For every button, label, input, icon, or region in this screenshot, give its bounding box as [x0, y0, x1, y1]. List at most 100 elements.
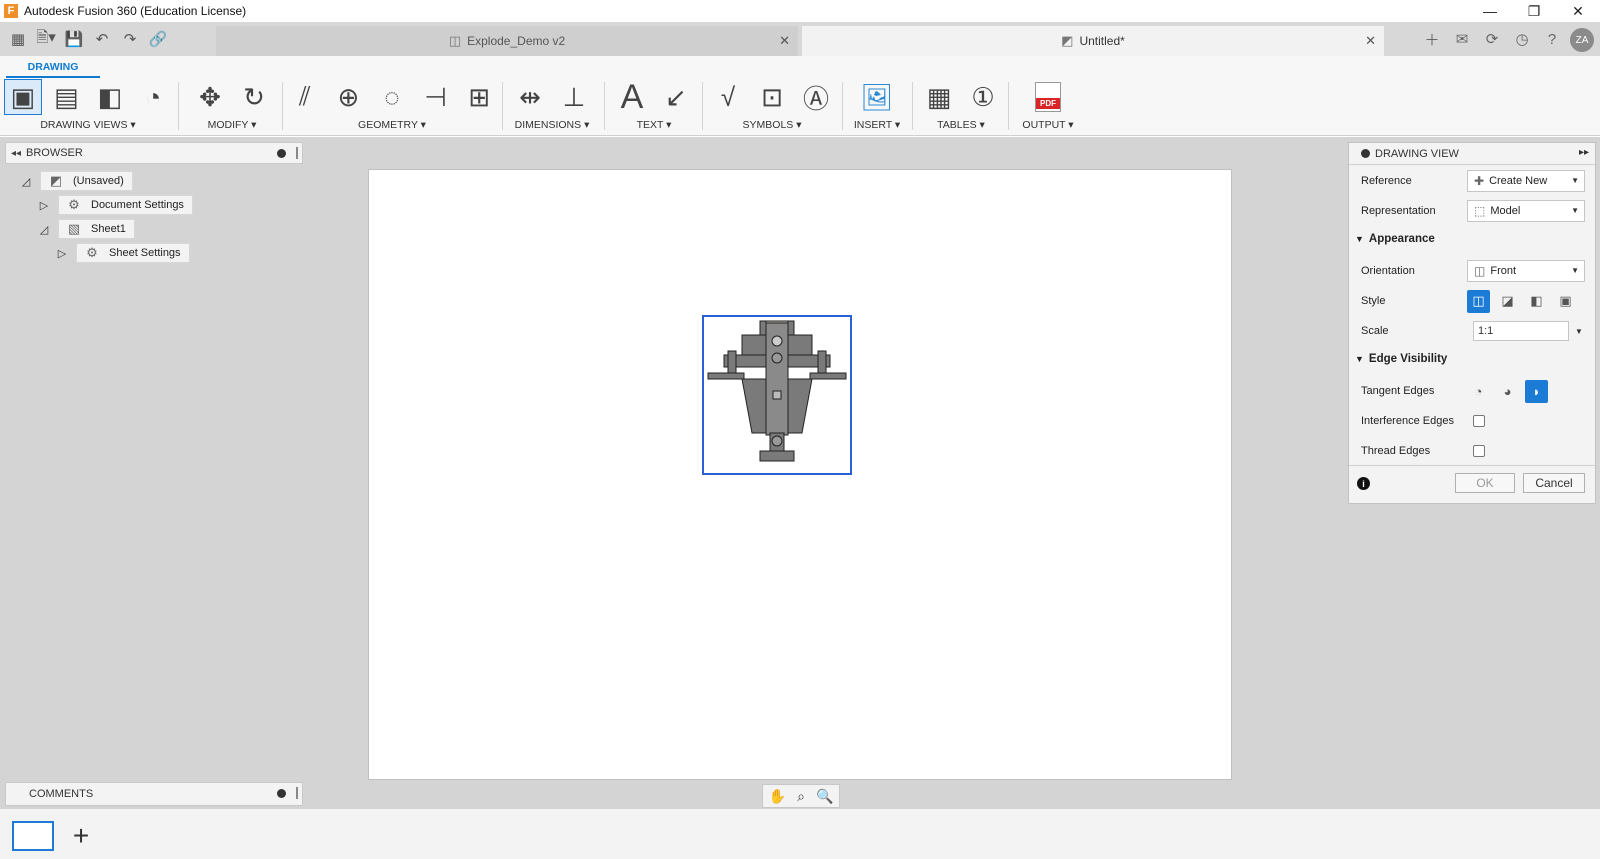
table-icon[interactable]: ▦	[920, 79, 958, 115]
job-status-icon[interactable]: ◷	[1510, 28, 1534, 50]
drawing-view-preview[interactable]	[702, 315, 852, 475]
shortened-tangent-icon[interactable]: ◕	[1496, 380, 1519, 403]
sheet-bar: +	[0, 809, 1600, 859]
insert-image-icon[interactable]: 🖼	[858, 79, 896, 115]
surface-texture-icon[interactable]: √	[709, 79, 747, 115]
full-length-tangent-icon[interactable]: ◔	[1467, 380, 1490, 403]
edge-extension-icon[interactable]: ⊣	[417, 79, 455, 115]
interference-edges-checkbox[interactable]	[1473, 415, 1485, 427]
tab-drawing[interactable]: DRAWING	[6, 58, 100, 78]
symbols-menu[interactable]: SYMBOLS ▾	[706, 116, 838, 134]
text-icon[interactable]: A	[613, 78, 651, 116]
scale-input[interactable]: 1:1	[1473, 321, 1569, 341]
text-menu[interactable]: TEXT ▾	[608, 116, 700, 134]
output-menu[interactable]: OUTPUT ▾	[1012, 116, 1084, 134]
detail-view-icon[interactable]: ◔	[135, 79, 173, 115]
visible-hidden-edges-style-icon[interactable]: ◪	[1496, 290, 1519, 313]
add-sheet-icon[interactable]: +	[66, 820, 96, 851]
user-avatar[interactable]: ZA	[1570, 28, 1594, 52]
add-comment-icon[interactable]	[277, 789, 286, 798]
centerline-icon[interactable]: ⫽	[286, 79, 324, 115]
orientation-select[interactable]: ◫ Front ▼	[1467, 260, 1585, 282]
zoom-window-icon[interactable]: ⌕	[797, 788, 805, 805]
interference-edges-label: Interference Edges	[1361, 415, 1454, 427]
insert-menu[interactable]: INSERT ▾	[846, 116, 908, 134]
tree-item-root[interactable]: ◿ ◩ (Unsaved)	[18, 171, 133, 191]
feature-control-frame-icon[interactable]: ⊡	[753, 79, 791, 115]
save-icon[interactable]: 💾	[60, 28, 88, 50]
base-view-icon[interactable]: ▣	[4, 79, 42, 115]
expand-dialog-icon[interactable]: ▸▸	[1579, 147, 1589, 158]
panel-grip-icon[interactable]	[296, 147, 298, 159]
tab-untitled[interactable]: ◩ Untitled* ✕	[802, 26, 1384, 56]
link-icon[interactable]: 🔗	[144, 28, 172, 50]
ribbon-separator	[842, 82, 843, 130]
appearance-section-toggle[interactable]: ▼ Appearance	[1355, 233, 1435, 245]
help-icon[interactable]: ?	[1540, 28, 1564, 50]
ribbon-toolbar: DRAWING ▣ ▤ ◧ ◔ DRAWING VIEWS ▾ ✥ ↻ MODI…	[0, 56, 1600, 136]
tables-menu[interactable]: TABLES ▾	[916, 116, 1006, 134]
panel-grip-icon[interactable]	[296, 787, 298, 799]
collapse-panel-icon[interactable]: ◂◂	[6, 148, 26, 159]
center-mark-pattern-icon[interactable]: ◌	[373, 79, 411, 115]
tab-explode-demo[interactable]: ◫ Explode_Demo v2 ✕	[216, 26, 798, 56]
tree-label: ⚙ Sheet Settings	[76, 243, 190, 263]
dimension-icon[interactable]: ⇹	[511, 79, 549, 115]
shaded-hidden-edges-style-icon[interactable]: ▣	[1554, 290, 1577, 313]
dimensions-menu[interactable]: DIMENSIONS ▾	[506, 116, 598, 134]
rotate-icon[interactable]: ↻	[235, 79, 273, 115]
thread-edges-checkbox[interactable]	[1473, 445, 1485, 457]
balloon-icon[interactable]: ①	[964, 79, 1002, 115]
tree-item-sheet-settings[interactable]: ▷ ⚙ Sheet Settings	[54, 243, 190, 263]
expanded-toggle-icon[interactable]: ◿	[36, 221, 52, 237]
fit-icon[interactable]: 🔍	[816, 788, 833, 805]
extensions-icon[interactable]: ⟳	[1480, 28, 1504, 50]
datum-identifier-icon[interactable]: Ⓐ	[797, 79, 835, 115]
notifications-icon[interactable]: ✉	[1450, 28, 1474, 50]
geometry-menu[interactable]: GEOMETRY ▾	[286, 116, 498, 134]
cancel-button[interactable]: Cancel	[1523, 473, 1585, 493]
modify-menu[interactable]: MODIFY ▾	[184, 116, 280, 134]
redo-icon[interactable]: ↷	[116, 28, 144, 50]
shaded-style-icon[interactable]: ◧	[1525, 290, 1548, 313]
chevron-down-icon[interactable]: ▼	[1575, 327, 1583, 336]
sheet-thumbnail[interactable]	[12, 821, 54, 851]
restore-button[interactable]: ❐	[1512, 0, 1556, 22]
off-tangent-icon[interactable]: ◗	[1525, 379, 1548, 403]
tree-item-sheet1[interactable]: ◿ ▧ Sheet1	[36, 219, 135, 239]
reference-select[interactable]: ✚ Create New ▼	[1467, 170, 1585, 192]
scale-row: Scale 1:1 ▼	[1349, 317, 1597, 345]
leader-text-icon[interactable]: ↙	[657, 79, 695, 115]
file-menu-icon[interactable]: 🗎▾	[32, 28, 60, 50]
representation-select[interactable]: ⬚ Model ▼	[1467, 200, 1585, 222]
scale-label: Scale	[1361, 325, 1389, 337]
tab-close-icon[interactable]: ✕	[779, 33, 790, 49]
data-panel-grid-icon[interactable]: ▦	[4, 28, 32, 50]
collapsed-toggle-icon[interactable]: ▷	[54, 245, 70, 261]
tree-item-document-settings[interactable]: ▷ ⚙ Document Settings	[36, 195, 193, 215]
close-button[interactable]: ✕	[1556, 0, 1600, 22]
minimize-button[interactable]: —	[1468, 0, 1512, 22]
section-view-icon[interactable]: ◧	[91, 79, 129, 115]
projected-view-icon[interactable]: ▤	[48, 79, 86, 115]
info-icon[interactable]: i	[1357, 477, 1370, 490]
output-pdf-icon[interactable]: PDF	[1029, 79, 1067, 115]
ordinate-dimension-icon[interactable]: ⊥	[555, 79, 593, 115]
pan-hand-icon[interactable]: ✋	[769, 788, 786, 805]
ok-button[interactable]: OK	[1455, 473, 1515, 493]
edge-visibility-section-toggle[interactable]: ▼ Edge Visibility	[1355, 353, 1447, 365]
new-tab-icon[interactable]: ＋	[1420, 28, 1444, 50]
visible-edges-style-icon[interactable]: ◫	[1467, 289, 1490, 313]
tree-label: ⚙ Document Settings	[58, 195, 193, 215]
collapsed-toggle-icon[interactable]: ▷	[36, 197, 52, 213]
drawing-views-menu[interactable]: DRAWING VIEWS ▾	[4, 116, 172, 134]
panel-pin-icon[interactable]	[277, 149, 286, 158]
tab-close-icon[interactable]: ✕	[1365, 33, 1376, 49]
dialog-pin-icon[interactable]	[1361, 149, 1370, 158]
move-icon[interactable]: ✥	[191, 79, 229, 115]
center-mark-icon[interactable]: ⊕	[330, 79, 368, 115]
sheet-settings-label: Sheet Settings	[109, 247, 181, 259]
include-geometry-icon[interactable]: ⊞	[460, 79, 498, 115]
expanded-toggle-icon[interactable]: ◿	[18, 173, 34, 189]
undo-icon[interactable]: ↶	[88, 28, 116, 50]
